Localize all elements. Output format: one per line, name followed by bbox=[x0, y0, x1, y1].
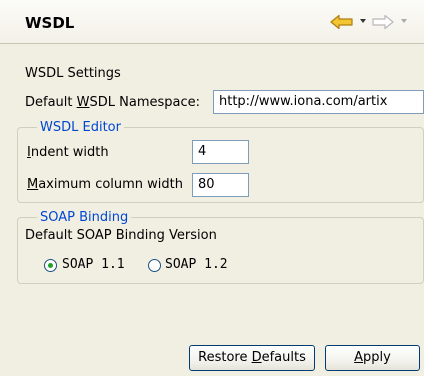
namespace-label-pre: Default bbox=[25, 95, 77, 110]
soap-1-2-label[interactable]: SOAP 1.2 bbox=[165, 257, 228, 272]
soap-1-1-radio[interactable] bbox=[44, 259, 57, 272]
max-column-width-label-post: aximum column width bbox=[38, 177, 184, 192]
namespace-label: Default WSDL Namespace: bbox=[25, 95, 200, 110]
max-column-width-mnemonic: M bbox=[27, 177, 39, 192]
soap-1-2-radio[interactable] bbox=[148, 259, 161, 272]
forward-history-dropdown[interactable] bbox=[401, 19, 407, 23]
soap-version-label: Default SOAP Binding Version bbox=[25, 228, 217, 243]
apply-post: pply bbox=[363, 350, 391, 365]
namespace-input[interactable]: http://www.iona.com/artix bbox=[213, 90, 424, 114]
max-column-width-input[interactable]: 80 bbox=[192, 173, 249, 197]
restore-defaults-post: efaults bbox=[261, 350, 306, 365]
preference-page: WSDL WSDL Settings Default WSDL Namespac… bbox=[0, 0, 424, 376]
back-history-dropdown[interactable] bbox=[360, 19, 366, 23]
indent-width-label-post: ndent width bbox=[30, 145, 109, 160]
apply-button[interactable]: Apply bbox=[325, 345, 420, 371]
back-button[interactable] bbox=[330, 13, 354, 31]
page-title: WSDL bbox=[25, 14, 75, 32]
restore-defaults-button[interactable]: Restore Defaults bbox=[189, 345, 315, 371]
forward-button[interactable] bbox=[372, 13, 394, 31]
soap-binding-group-title: SOAP Binding bbox=[37, 210, 132, 225]
namespace-label-post: SDL Namespace: bbox=[89, 95, 201, 110]
arrow-right-icon bbox=[372, 14, 394, 30]
apply-mnemonic: A bbox=[354, 350, 364, 365]
soap-1-1-label[interactable]: SOAP 1.1 bbox=[62, 257, 125, 272]
namespace-label-mnemonic: W bbox=[76, 95, 90, 110]
max-column-width-label: Maximum column width bbox=[27, 177, 183, 192]
restore-defaults-pre: Restore bbox=[198, 350, 252, 365]
restore-defaults-mnemonic: D bbox=[251, 350, 262, 365]
indent-width-input[interactable]: 4 bbox=[192, 140, 249, 164]
page-header: WSDL bbox=[0, 0, 424, 44]
arrow-left-icon bbox=[330, 14, 353, 30]
indent-width-label: Indent width bbox=[27, 145, 109, 160]
wsdl-editor-group-title: WSDL Editor bbox=[37, 120, 124, 135]
wsdl-settings-label: WSDL Settings bbox=[25, 66, 121, 81]
